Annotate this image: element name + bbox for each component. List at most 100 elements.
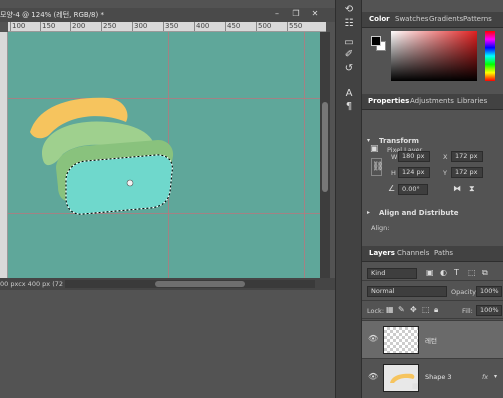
collapse-arrow-icon[interactable]: ▸ [367,208,370,218]
vertical-scrollbar[interactable] [320,32,330,278]
adjustment-filter-icon[interactable]: ◐ [440,268,447,278]
blend-mode-value: Normal [371,287,395,295]
blend-mode-dropdown[interactable]: Normal [367,286,447,297]
document-title: 모양-4 @ 124% (레턴, RGB/8) * [0,11,104,19]
type-filter-icon[interactable]: T [454,268,459,278]
lock-position-icon[interactable]: ✥ [410,305,417,315]
artboard-canvas[interactable] [8,32,320,278]
color-panel: Color Swatches Gradients Patterns [362,0,503,92]
ruler-tick [225,22,226,31]
tab-channels[interactable]: Channels [397,249,429,257]
y-label: Y [443,169,447,177]
fill-label: Fill: [462,307,473,315]
hue-slider[interactable] [485,31,495,81]
layer-filter-bar: Kind ▣ ◐ T ⬚ ⧉ [362,265,503,281]
chevron-down-icon[interactable]: ▾ [494,372,497,382]
ruler-label: 200 [72,22,86,30]
angle-field[interactable]: 0.00° [398,184,428,195]
shape-filter-icon[interactable]: ⬚ [468,268,476,278]
link-dimensions-icon[interactable]: ⛓ [371,158,383,176]
align-label: Align: [371,224,390,232]
layer-row[interactable]: 👁︎ ▦ Shape 3 fx ▾ [362,358,503,396]
color-panel-tabs: Color Swatches Gradients Patterns [362,12,503,28]
ruler-tick [70,22,71,31]
lock-artboard-icon[interactable]: ⬚ [422,305,430,315]
layer-name[interactable]: 레턴 [425,335,437,345]
ruler-label: 550 [289,22,303,30]
angle-icon: ∠ [388,184,396,193]
horizontal-scroll-thumb[interactable] [155,281,245,287]
ruler-label: 250 [103,22,117,30]
ruler-tick [163,22,164,31]
width-field[interactable]: 180 px [398,151,430,162]
character-icon[interactable]: A [342,88,356,100]
cursor-indicator [126,179,134,187]
history-icon[interactable]: ⟲ [342,4,356,16]
ruler-label: 350 [165,22,179,30]
vertical-scroll-thumb[interactable] [322,102,328,192]
fill-field[interactable]: 100% [476,305,502,316]
visibility-eye-icon[interactable]: 👁︎ [368,334,378,343]
tab-gradients[interactable]: Gradients [429,15,463,23]
color-picker-field[interactable] [391,31,477,81]
tab-patterns[interactable]: Patterns [463,15,492,23]
document-tab[interactable]: 모양-4 @ 124% (레턴, RGB/8) * – ❐ ✕ [0,8,335,22]
layer-name[interactable]: Shape 3 [425,373,452,381]
tab-color[interactable]: Color [369,15,390,23]
fx-indicator[interactable]: fx [482,373,488,381]
flip-horizontal-icon[interactable]: ⧓ [453,184,461,194]
headset-lens-shape [65,154,173,215]
minimize-icon[interactable]: – [272,9,282,19]
opacity-field[interactable]: 100% [476,286,502,297]
rotate-icon[interactable]: ↺ [342,63,356,75]
ruler-label: 150 [42,22,56,30]
x-position-field[interactable]: 172 px [451,151,483,162]
collapse-arrow-icon[interactable]: ▾ [367,136,370,146]
opacity-label: Opacity: [451,288,478,296]
lock-pixels-icon[interactable]: ✎ [398,305,405,315]
tab-libraries[interactable]: Libraries [457,97,487,105]
smart-object-filter-icon[interactable]: ⧉ [482,268,488,278]
ruler-tick [132,22,133,31]
horizontal-ruler[interactable]: 100 150 200 250 300 350 400 450 500 550 [8,22,326,32]
tab-paths[interactable]: Paths [434,249,453,257]
lock-transparency-icon[interactable]: ▦ [386,305,394,315]
lock-all-icon[interactable]: 🔒︎ [434,305,438,315]
lock-label: Lock: [367,307,385,315]
x-label: X [443,153,448,161]
ruler-tick [40,22,41,31]
right-panel-dock: Color Swatches Gradients Patterns Proper… [362,0,503,398]
tab-properties[interactable]: Properties [368,97,409,105]
layers-panel: Layers Channels Paths Kind ▣ ◐ T ⬚ ⧉ Nor… [362,246,503,398]
layers-panel-tabs: Layers Channels Paths [362,246,503,262]
pixel-layer-icon: ▣ [370,144,379,154]
y-position-field[interactable]: 172 px [451,167,483,178]
paragraph-icon[interactable]: ¶ [342,101,356,113]
pixel-filter-icon[interactable]: ▣ [426,268,434,278]
visibility-eye-icon[interactable]: 👁︎ [368,372,378,381]
h-label: H [391,169,396,177]
vertical-ruler[interactable] [0,32,8,278]
properties-panel: Properties Adjustments Libraries ▣ Pixel… [362,92,503,244]
properties-panel-tabs: Properties Adjustments Libraries [362,94,503,110]
close-icon[interactable]: ✕ [310,9,320,19]
properties-icon[interactable]: ☷ [342,18,356,30]
flip-vertical-icon[interactable]: ⧗ [469,184,475,194]
height-field[interactable]: 124 px [398,167,430,178]
tab-swatches[interactable]: Swatches [395,15,428,23]
transform-section-title[interactable]: Transform [379,137,419,145]
brush-icon[interactable]: ✐ [342,49,356,61]
tab-adjustments[interactable]: Adjustments [410,97,454,105]
align-section-title[interactable]: Align and Distribute [379,209,458,217]
layer-effects-badge-icon: ▦ [412,382,419,390]
comment-icon[interactable]: ▭ [342,37,356,49]
ruler-tick [287,22,288,31]
horizontal-scrollbar[interactable] [65,280,315,288]
foreground-color-swatch[interactable] [371,36,381,46]
tab-layers[interactable]: Layers [369,249,395,257]
restore-icon[interactable]: ❐ [291,9,301,19]
layer-row[interactable]: 👁︎ 레턴 [362,320,503,358]
lock-bar: Lock: ▦ ✎ ✥ ⬚ 🔒︎ Fill: 100% [362,302,503,319]
w-label: W [391,153,398,161]
kind-filter-dropdown[interactable]: Kind [367,268,417,279]
